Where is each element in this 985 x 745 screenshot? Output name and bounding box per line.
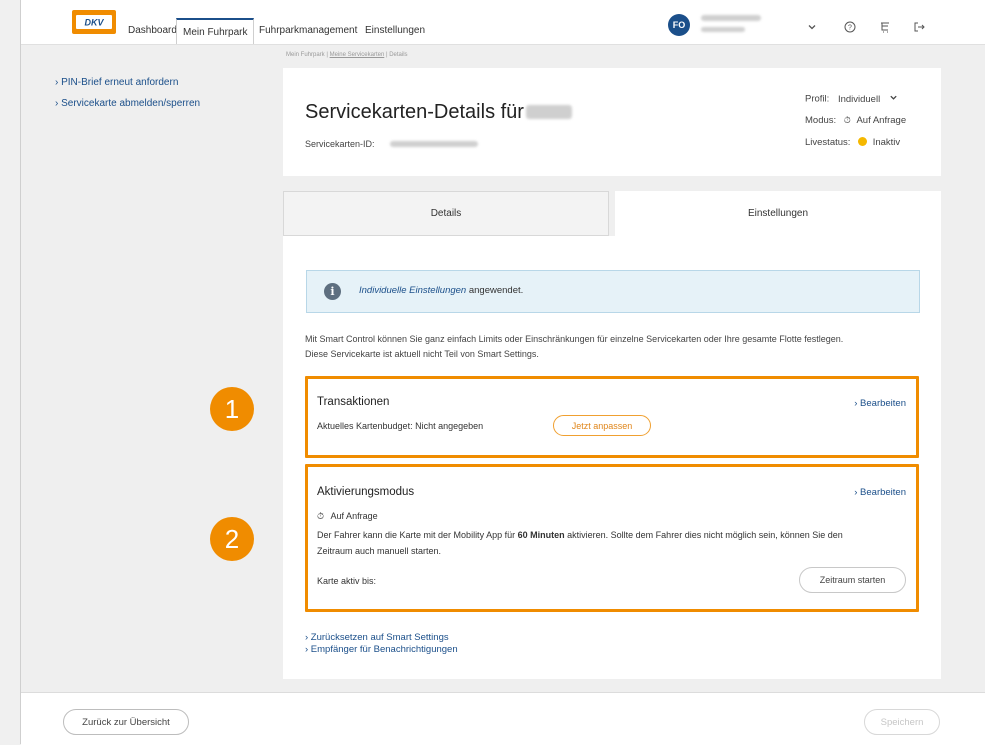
tab-details[interactable]: Details	[283, 191, 609, 236]
profile-label: Profil:	[805, 93, 830, 105]
status-dot-icon	[858, 137, 868, 146]
frame-border	[20, 0, 21, 744]
livestatus-value: Inaktiv	[872, 137, 901, 148]
card-id-label: Servicekarten-ID:	[305, 139, 375, 149]
activation-mode-row: ⏱ Auf Anfrage	[317, 511, 378, 522]
settings-panel: i Individuelle Einstellungen angewendet.…	[283, 236, 941, 679]
account-name-redacted	[701, 15, 761, 21]
profile-value: Individuell	[837, 93, 881, 105]
livestatus-row: Livestatus: Inaktiv	[805, 137, 900, 148]
activation-text-part1: Der Fahrer kann die Karte mit der Mobili…	[317, 530, 516, 540]
adjust-now-label: Jetzt anpassen	[571, 420, 633, 431]
step-badge-2: 2	[210, 517, 254, 561]
nav-tab-dashboard[interactable]: Dashboard	[128, 25, 177, 36]
active-until-label: Karte aktiv bis:	[317, 576, 377, 586]
activation-text-part2: aktivieren. Sollte dem Fahrer dies nicht…	[567, 530, 843, 540]
card-id-redacted	[390, 141, 478, 147]
notification-recipients-link[interactable]: › Empfänger für Benachrichtigungen	[305, 644, 458, 655]
start-period-button[interactable]: Zeitraum starten	[799, 567, 906, 593]
footer-bar: Zurück zur Übersicht Speichern	[21, 692, 985, 745]
budget-text: Aktuelles Kartenbudget: Nicht angegeben	[317, 421, 484, 431]
activation-text-line-1: Der Fahrer kann die Karte mit der Mobili…	[317, 530, 843, 540]
stopwatch-icon: ⏱	[843, 115, 851, 125]
pin-letter-link[interactable]: › PIN-Brief erneut anfordern	[55, 77, 178, 88]
nav-tab-fuhrparkmanagement[interactable]: Fuhrparkmanagement	[259, 25, 357, 36]
transactions-section: Transaktionen › Bearbeiten Aktuelles Kar…	[305, 376, 919, 458]
activation-title: Aktivierungsmodus	[317, 486, 415, 498]
activation-mode-value: Auf Anfrage	[330, 511, 378, 521]
livestatus-label: Livestatus:	[805, 137, 851, 148]
save-label: Speichern	[880, 716, 924, 728]
profile-row[interactable]: Profil: Individuell	[805, 93, 898, 105]
help-icon[interactable]: ?	[842, 19, 858, 35]
back-to-overview-label: Zurück zur Übersicht	[82, 716, 170, 728]
avatar[interactable]: FO	[668, 14, 690, 36]
card-owner-redacted	[526, 105, 572, 119]
top-navigation: DKV Dashboard Mein Fuhrpark Fuhrparkmana…	[21, 0, 985, 45]
info-icon: i	[324, 283, 341, 300]
start-period-label: Zeitraum starten	[819, 575, 886, 585]
info-banner: i Individuelle Einstellungen angewendet.	[306, 270, 920, 313]
avatar-initials: FO	[672, 20, 686, 30]
dkv-logo[interactable]: DKV	[72, 10, 116, 34]
deregister-card-link[interactable]: › Servicekarte abmelden/sperren	[55, 98, 200, 109]
mode-row: Modus: ⏱ Auf Anfrage	[805, 115, 906, 126]
individual-settings-link[interactable]: Individuelle Einstellungen	[359, 285, 466, 296]
mode-label: Modus:	[805, 115, 837, 126]
chevron-down-icon[interactable]	[804, 19, 820, 35]
nav-tab-einstellungen[interactable]: Einstellungen	[365, 25, 425, 36]
activation-text-line-2: Zeitraum auch manuell starten.	[317, 546, 442, 556]
card-header: Servicekarten-Details für Servicekarten-…	[283, 68, 941, 176]
breadcrumb-item-mein-fuhrpark[interactable]: Mein Fuhrpark	[286, 52, 325, 58]
step-badge-2-number: 2	[224, 523, 240, 554]
description-line-1: Mit Smart Control können Sie ganz einfac…	[305, 334, 844, 344]
stopwatch-icon: ⏱	[317, 511, 325, 521]
breadcrumb-item-details: Details	[389, 52, 408, 58]
step-badge-1-number: 1	[224, 393, 240, 424]
transactions-title: Transaktionen	[317, 396, 390, 408]
mode-value: Auf Anfrage	[856, 115, 907, 126]
cart-icon[interactable]	[877, 19, 893, 35]
info-rest-text: angewendet.	[468, 285, 524, 296]
tab-settings-label: Einstellungen	[747, 208, 809, 219]
chevron-down-icon[interactable]	[889, 93, 898, 105]
transactions-edit-link[interactable]: › Bearbeiten	[854, 398, 906, 409]
info-text: Individuelle Einstellungen angewendet.	[359, 285, 523, 296]
breadcrumb: Mein Fuhrpark | Meine Servicekarten | De…	[286, 52, 408, 58]
tab-settings[interactable]: Einstellungen	[615, 191, 941, 236]
nav-tab-mein-fuhrpark[interactable]: Mein Fuhrpark	[176, 18, 255, 44]
reset-smart-settings-link[interactable]: › Zurücksetzen auf Smart Settings	[305, 632, 449, 643]
save-button[interactable]: Speichern	[864, 709, 940, 735]
breadcrumb-item-servicekarten[interactable]: Meine Servicekarten	[330, 52, 385, 58]
step-badge-1: 1	[210, 387, 254, 431]
svg-text:?: ?	[848, 25, 852, 32]
logout-icon[interactable]	[911, 19, 927, 35]
adjust-now-button[interactable]: Jetzt anpassen	[553, 415, 651, 436]
tab-details-label: Details	[430, 208, 462, 219]
activation-section: Aktivierungsmodus › Bearbeiten ⏱ Auf Anf…	[305, 464, 919, 612]
page-title: Servicekarten-Details für	[305, 101, 524, 123]
svg-text:DKV: DKV	[84, 18, 104, 28]
description-line-2: Diese Servicekarte ist aktuell nicht Tei…	[305, 349, 539, 359]
account-id-redacted	[701, 27, 745, 32]
back-to-overview-button[interactable]: Zurück zur Übersicht	[63, 709, 189, 735]
activation-text-bold: 60 Minuten	[517, 530, 565, 540]
activation-edit-link[interactable]: › Bearbeiten	[854, 487, 906, 498]
